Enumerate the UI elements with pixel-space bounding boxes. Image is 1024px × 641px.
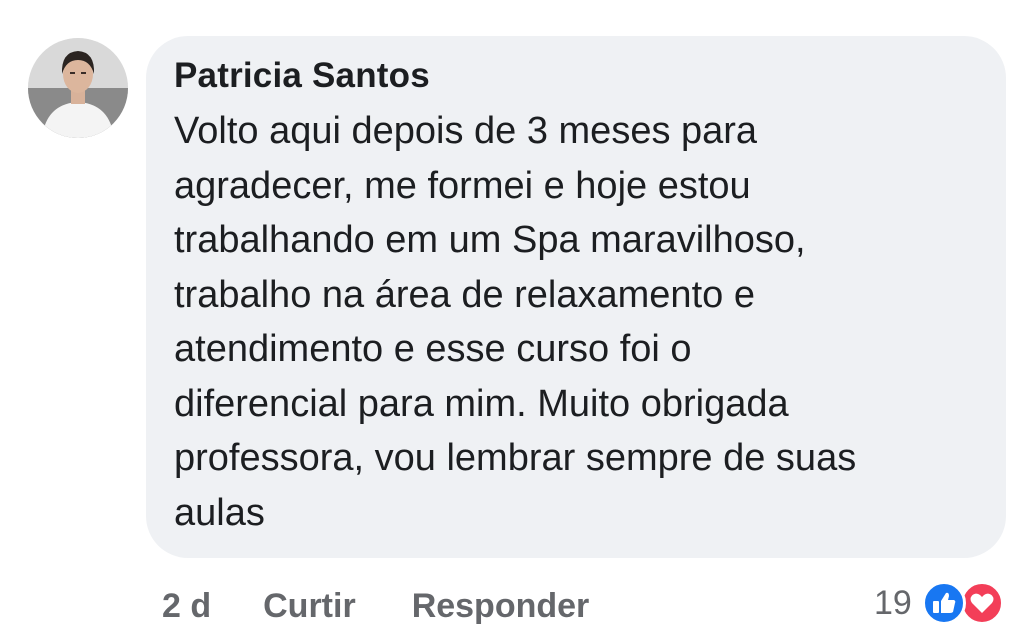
comment-text: Volto aqui depois de 3 meses para agrade…: [174, 110, 857, 534]
comment-actions: 2 d Curtir Responder: [162, 584, 645, 628]
like-button[interactable]: Curtir: [263, 587, 356, 626]
comment-author[interactable]: Patricia Santos: [174, 54, 976, 98]
comment-timestamp[interactable]: 2 d: [162, 587, 211, 626]
reaction-icons: [921, 580, 1008, 626]
avatar-photo: [28, 38, 128, 138]
reactions-summary[interactable]: 19: [874, 580, 1008, 626]
comment: Patricia Santos Volto aqui depois de 3 m…: [0, 0, 1024, 641]
reply-button[interactable]: Responder: [412, 587, 590, 626]
reaction-count: 19: [874, 583, 912, 622]
like-icon: [921, 581, 966, 625]
author-avatar[interactable]: [28, 38, 128, 138]
love-icon: [959, 581, 1004, 625]
comment-bubble: Patricia Santos Volto aqui depois de 3 m…: [146, 36, 1006, 558]
